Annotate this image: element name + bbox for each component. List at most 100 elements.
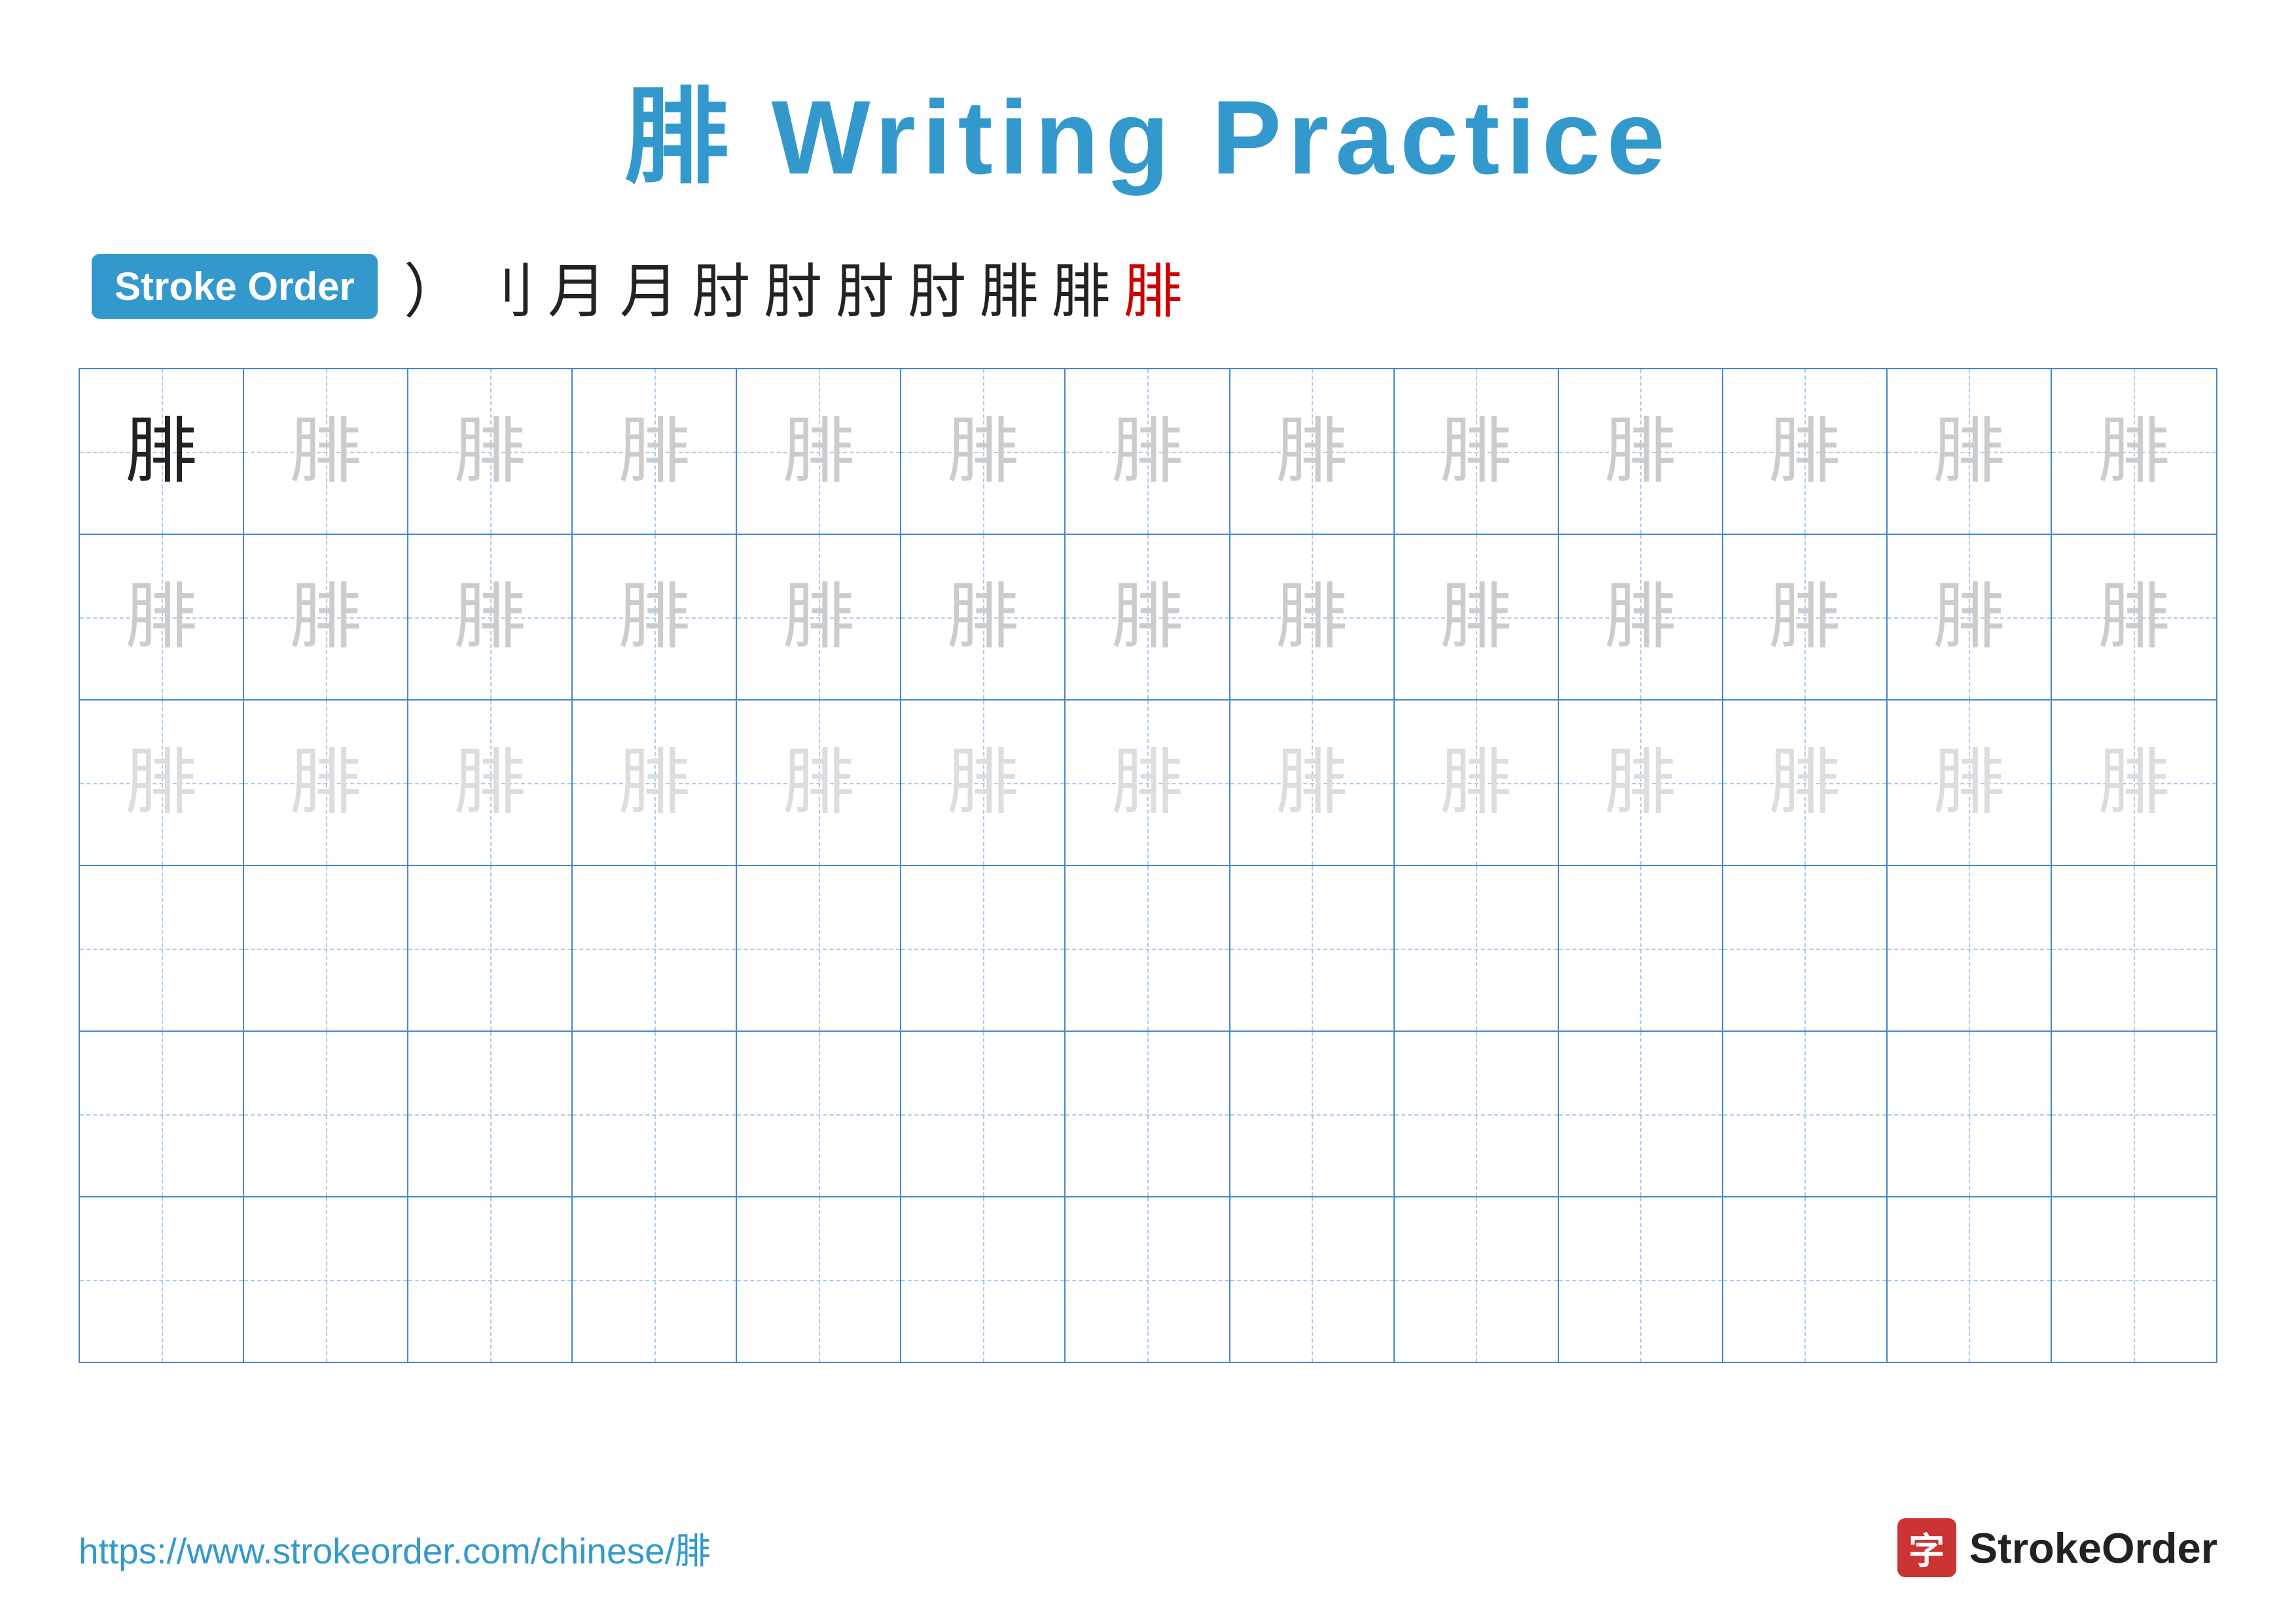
page: 腓 Writing Practice Stroke Order ） 刂 月 月 … [0,0,2296,1623]
footer-url: https://www.strokeorder.com/chinese/腓 [79,1522,711,1574]
cell-6-4[interactable] [573,1197,737,1362]
cell-5-2[interactable] [244,1032,408,1196]
cell-4-3[interactable] [408,866,573,1030]
cell-6-5[interactable] [737,1197,901,1362]
cell-6-2[interactable] [244,1197,408,1362]
cell-2-7: 腓 [1066,535,1230,699]
cell-1-11: 腓 [1723,369,1888,534]
logo-text: StrokeOrder [1969,1523,2217,1573]
cell-1-9: 腓 [1395,369,1559,534]
cell-5-8[interactable] [1230,1032,1395,1196]
cell-4-6[interactable] [901,866,1066,1030]
cell-6-13[interactable] [2052,1197,2216,1362]
cell-4-10[interactable] [1559,866,1723,1030]
cell-4-1[interactable] [80,866,244,1030]
cell-1-13: 腓 [2052,369,2216,534]
stroke-8: 肘 [908,244,967,329]
cell-5-3[interactable] [408,1032,573,1196]
cell-2-9: 腓 [1395,535,1559,699]
cell-3-3: 腓 [408,701,573,865]
cell-6-6[interactable] [901,1197,1066,1362]
stroke-order-row: Stroke Order ） 刂 月 月 肘 肘 肘 肘 腓 腓 腓 [79,244,2217,329]
cell-4-13[interactable] [2052,866,2216,1030]
cell-4-12[interactable] [1888,866,2052,1030]
cell-1-2: 腓 [244,369,408,534]
cell-2-3: 腓 [408,535,573,699]
cell-6-10[interactable] [1559,1197,1723,1362]
stroke-order-badge: Stroke Order [92,254,378,319]
stroke-5: 肘 [692,244,751,329]
cell-6-3[interactable] [408,1197,573,1362]
footer-logo: 字 StrokeOrder [1897,1518,2217,1577]
cell-5-1[interactable] [80,1032,244,1196]
cell-1-1: 腓 [80,369,244,534]
cell-6-9[interactable] [1395,1197,1559,1362]
cell-6-11[interactable] [1723,1197,1888,1362]
cell-3-1: 腓 [80,701,244,865]
cell-5-10[interactable] [1559,1032,1723,1196]
stroke-sequence: ） 刂 月 月 肘 肘 肘 肘 腓 腓 腓 [404,244,1183,329]
cell-2-4: 腓 [573,535,737,699]
cell-3-9: 腓 [1395,701,1559,865]
cell-5-11[interactable] [1723,1032,1888,1196]
stroke-6: 肘 [764,244,823,329]
stroke-1: ） [404,244,463,329]
cell-6-7[interactable] [1066,1197,1230,1362]
cell-2-6: 腓 [901,535,1066,699]
grid-row-1: 腓 腓 腓 腓 腓 腓 腓 腓 腓 腓 腓 腓 腓 [80,369,2216,535]
cell-3-4: 腓 [573,701,737,865]
cell-6-8[interactable] [1230,1197,1395,1362]
cell-4-9[interactable] [1395,866,1559,1030]
cell-2-12: 腓 [1888,535,2052,699]
stroke-7: 肘 [836,244,895,329]
cell-2-13: 腓 [2052,535,2216,699]
cell-1-12: 腓 [1888,369,2052,534]
cell-1-7: 腓 [1066,369,1230,534]
grid-row-4 [80,866,2216,1032]
cell-1-6: 腓 [901,369,1066,534]
cell-6-1[interactable] [80,1197,244,1362]
cell-1-3: 腓 [408,369,573,534]
stroke-11: 腓 [1124,244,1183,329]
stroke-3: 月 [548,244,607,329]
footer: https://www.strokeorder.com/chinese/腓 字 … [79,1518,2217,1577]
stroke-4: 月 [620,244,679,329]
cell-1-4: 腓 [573,369,737,534]
cell-4-5[interactable] [737,866,901,1030]
cell-4-4[interactable] [573,866,737,1030]
cell-3-8: 腓 [1230,701,1395,865]
cell-5-7[interactable] [1066,1032,1230,1196]
cell-5-4[interactable] [573,1032,737,1196]
cell-3-2: 腓 [244,701,408,865]
cell-5-6[interactable] [901,1032,1066,1196]
grid-row-3: 腓 腓 腓 腓 腓 腓 腓 腓 腓 腓 腓 腓 腓 [80,701,2216,866]
cell-4-7[interactable] [1066,866,1230,1030]
cell-5-5[interactable] [737,1032,901,1196]
cell-1-10: 腓 [1559,369,1723,534]
cell-1-5: 腓 [737,369,901,534]
cell-4-2[interactable] [244,866,408,1030]
cell-2-8: 腓 [1230,535,1395,699]
stroke-10: 腓 [1052,244,1111,329]
cell-2-1: 腓 [80,535,244,699]
cell-5-9[interactable] [1395,1032,1559,1196]
grid-row-6 [80,1197,2216,1362]
cell-2-2: 腓 [244,535,408,699]
cell-3-5: 腓 [737,701,901,865]
cell-3-11: 腓 [1723,701,1888,865]
cell-3-6: 腓 [901,701,1066,865]
page-title: 腓 Writing Practice [79,52,2217,204]
cell-4-11[interactable] [1723,866,1888,1030]
cell-2-11: 腓 [1723,535,1888,699]
cell-5-12[interactable] [1888,1032,2052,1196]
stroke-9: 腓 [980,244,1039,329]
cell-4-8[interactable] [1230,866,1395,1030]
cell-6-12[interactable] [1888,1197,2052,1362]
grid-row-2: 腓 腓 腓 腓 腓 腓 腓 腓 腓 腓 腓 腓 腓 [80,535,2216,701]
stroke-2: 刂 [476,244,535,329]
grid-row-5 [80,1032,2216,1197]
cell-5-13[interactable] [2052,1032,2216,1196]
cell-2-10: 腓 [1559,535,1723,699]
cell-3-7: 腓 [1066,701,1230,865]
cell-3-10: 腓 [1559,701,1723,865]
